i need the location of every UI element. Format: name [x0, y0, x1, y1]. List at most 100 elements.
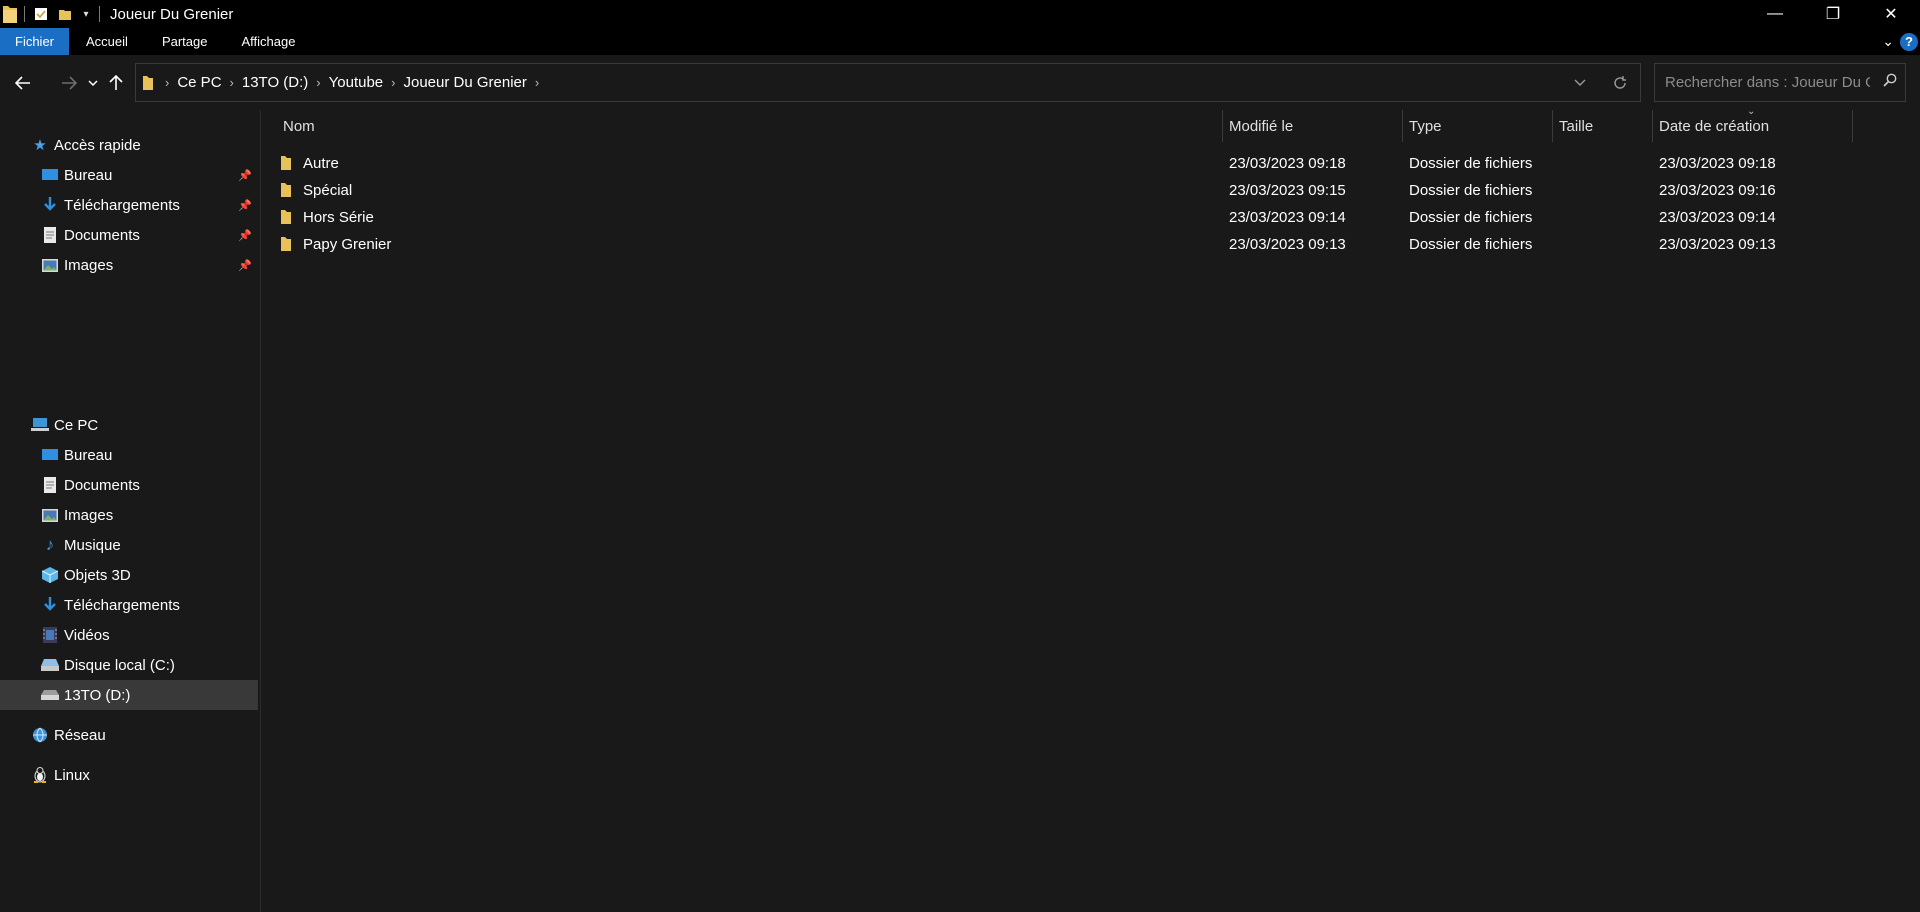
minimize-button[interactable]: — [1746, 0, 1804, 28]
folder-icon[interactable] [0, 0, 20, 28]
file-type: Dossier de fichiers [1409, 155, 1533, 172]
sidebar-item-pc-musique[interactable]: ♪ Musique [0, 530, 258, 560]
chevron-right-icon[interactable]: › [534, 75, 540, 90]
close-button[interactable]: ✕ [1862, 0, 1920, 28]
sidebar-item-pc-bureau[interactable]: Bureau [0, 440, 258, 470]
recent-locations-button[interactable] [83, 69, 103, 97]
sidebar-item-bureau[interactable]: Bureau 📌 [0, 160, 258, 190]
window-title: Joueur Du Grenier [110, 5, 234, 23]
tab-partage[interactable]: Partage [145, 28, 225, 55]
breadcrumb-drive-d[interactable]: 13TO (D:) [235, 74, 315, 91]
navigation-pane: ★ Accès rapide Bureau 📌 Téléchargements … [0, 110, 261, 912]
image-icon [40, 505, 60, 525]
sidebar-item-label: 13TO (D:) [64, 686, 131, 704]
sidebar-item-pc-videos[interactable]: Vidéos [0, 620, 258, 650]
sidebar-item-label: Réseau [54, 726, 106, 744]
file-row[interactable]: Hors Série 23/03/2023 09:14 Dossier de f… [276, 204, 1836, 231]
tab-affichage[interactable]: Affichage [224, 28, 312, 55]
file-modified: 23/03/2023 09:14 [1229, 209, 1346, 226]
sidebar-item-pc-13to-d[interactable]: 13TO (D:) [0, 680, 258, 710]
sidebar-item-label: Accès rapide [54, 136, 141, 154]
pin-icon[interactable]: 📌 [238, 229, 252, 242]
file-modified: 23/03/2023 09:13 [1229, 236, 1346, 253]
drive-icon [40, 685, 60, 705]
sidebar-item-label: Images [64, 256, 114, 274]
help-icon[interactable]: ? [1900, 32, 1918, 51]
sidebar-item-documents[interactable]: Documents 📌 [0, 220, 258, 250]
column-divider[interactable] [1852, 110, 1853, 142]
breadcrumb-joueur-du-grenier[interactable]: Joueur Du Grenier [396, 74, 533, 91]
pin-icon[interactable]: 📌 [238, 199, 252, 212]
file-created: 23/03/2023 09:13 [1659, 236, 1776, 253]
image-icon [40, 255, 60, 275]
download-icon [40, 195, 60, 215]
refresh-button[interactable] [1600, 64, 1640, 101]
sidebar-item-ce-pc[interactable]: Ce PC [0, 410, 258, 440]
properties-icon[interactable] [29, 0, 53, 28]
up-button[interactable] [103, 69, 129, 97]
sidebar-item-pc-telechargements[interactable]: Téléchargements [0, 590, 258, 620]
restore-button[interactable]: ❐ [1804, 0, 1862, 28]
customize-quick-access-icon[interactable]: ▾ [77, 0, 95, 28]
file-row[interactable]: Spécial 23/03/2023 09:15 Dossier de fich… [276, 177, 1836, 204]
file-name[interactable]: Spécial [303, 182, 352, 199]
column-header-modified[interactable]: Modifié le [1222, 110, 1402, 142]
breadcrumb-youtube[interactable]: Youtube [322, 74, 391, 91]
address-bar[interactable]: › Ce PC › 13TO (D:) › Youtube › Joueur D… [135, 63, 1641, 102]
forward-button[interactable] [55, 69, 83, 97]
search-icon[interactable] [1883, 73, 1897, 92]
desktop-icon [40, 445, 60, 465]
sidebar-item-quick-access[interactable]: ★ Accès rapide [0, 130, 258, 160]
column-header-type[interactable]: Type [1402, 110, 1552, 142]
folder-icon [280, 236, 292, 256]
sidebar-item-label: Documents [64, 226, 140, 244]
sidebar-item-telechargements[interactable]: Téléchargements 📌 [0, 190, 258, 220]
file-name[interactable]: Hors Série [303, 209, 374, 226]
sidebar-item-label: Disque local (C:) [64, 656, 175, 674]
folder-icon [280, 182, 292, 202]
file-row[interactable]: Autre 23/03/2023 09:18 Dossier de fichie… [276, 150, 1836, 177]
file-type: Dossier de fichiers [1409, 182, 1533, 199]
ribbon-tabs: Fichier Accueil Partage Affichage ⌄ ? [0, 28, 1920, 55]
sidebar-item-reseau[interactable]: Réseau [0, 720, 258, 750]
desktop-icon [40, 165, 60, 185]
sidebar-item-label: Téléchargements [64, 196, 180, 214]
search-input[interactable] [1665, 74, 1870, 91]
file-name[interactable]: Papy Grenier [303, 236, 391, 253]
address-controls [1560, 64, 1640, 101]
column-header-name[interactable]: Nom [276, 110, 1236, 142]
file-created: 23/03/2023 09:18 [1659, 155, 1776, 172]
breadcrumb-ce-pc[interactable]: Ce PC [170, 74, 228, 91]
tab-accueil[interactable]: Accueil [69, 28, 145, 55]
pin-icon[interactable]: 📌 [238, 169, 252, 182]
column-header-created[interactable]: Date de création [1652, 110, 1852, 142]
new-folder-icon[interactable] [53, 0, 77, 28]
column-header-size[interactable]: Taille [1552, 110, 1652, 142]
address-history-button[interactable] [1560, 64, 1600, 101]
tab-fichier[interactable]: Fichier [0, 28, 70, 55]
sidebar-item-linux[interactable]: Linux [0, 760, 258, 790]
search-box[interactable] [1654, 63, 1906, 102]
back-button[interactable] [9, 69, 37, 97]
sidebar-item-pc-images[interactable]: Images [0, 500, 258, 530]
sidebar-item-pc-documents[interactable]: Documents [0, 470, 258, 500]
expand-ribbon-icon[interactable]: ⌄ [1882, 33, 1894, 50]
download-icon [40, 595, 60, 615]
sidebar-item-label: Vidéos [64, 626, 110, 644]
file-modified: 23/03/2023 09:18 [1229, 155, 1346, 172]
sidebar-item-label: Ce PC [54, 416, 99, 434]
pin-icon[interactable]: 📌 [238, 259, 252, 272]
sidebar-item-pc-disque-local-c[interactable]: Disque local (C:) [0, 650, 258, 680]
linux-icon [30, 765, 50, 785]
sidebar-item-label: Objets 3D [64, 566, 131, 584]
document-icon [40, 475, 60, 495]
window-controls: — ❐ ✕ [1746, 0, 1920, 28]
file-name[interactable]: Autre [303, 155, 339, 172]
sidebar-item-images[interactable]: Images 📌 [0, 250, 258, 280]
sidebar-item-pc-objets-3d[interactable]: Objets 3D [0, 560, 258, 590]
file-created: 23/03/2023 09:16 [1659, 182, 1776, 199]
refresh-icon [1614, 75, 1626, 89]
file-row[interactable]: Papy Grenier 23/03/2023 09:13 Dossier de… [276, 231, 1836, 258]
chevron-down-icon [1574, 79, 1586, 86]
arrow-up-icon [109, 74, 123, 90]
